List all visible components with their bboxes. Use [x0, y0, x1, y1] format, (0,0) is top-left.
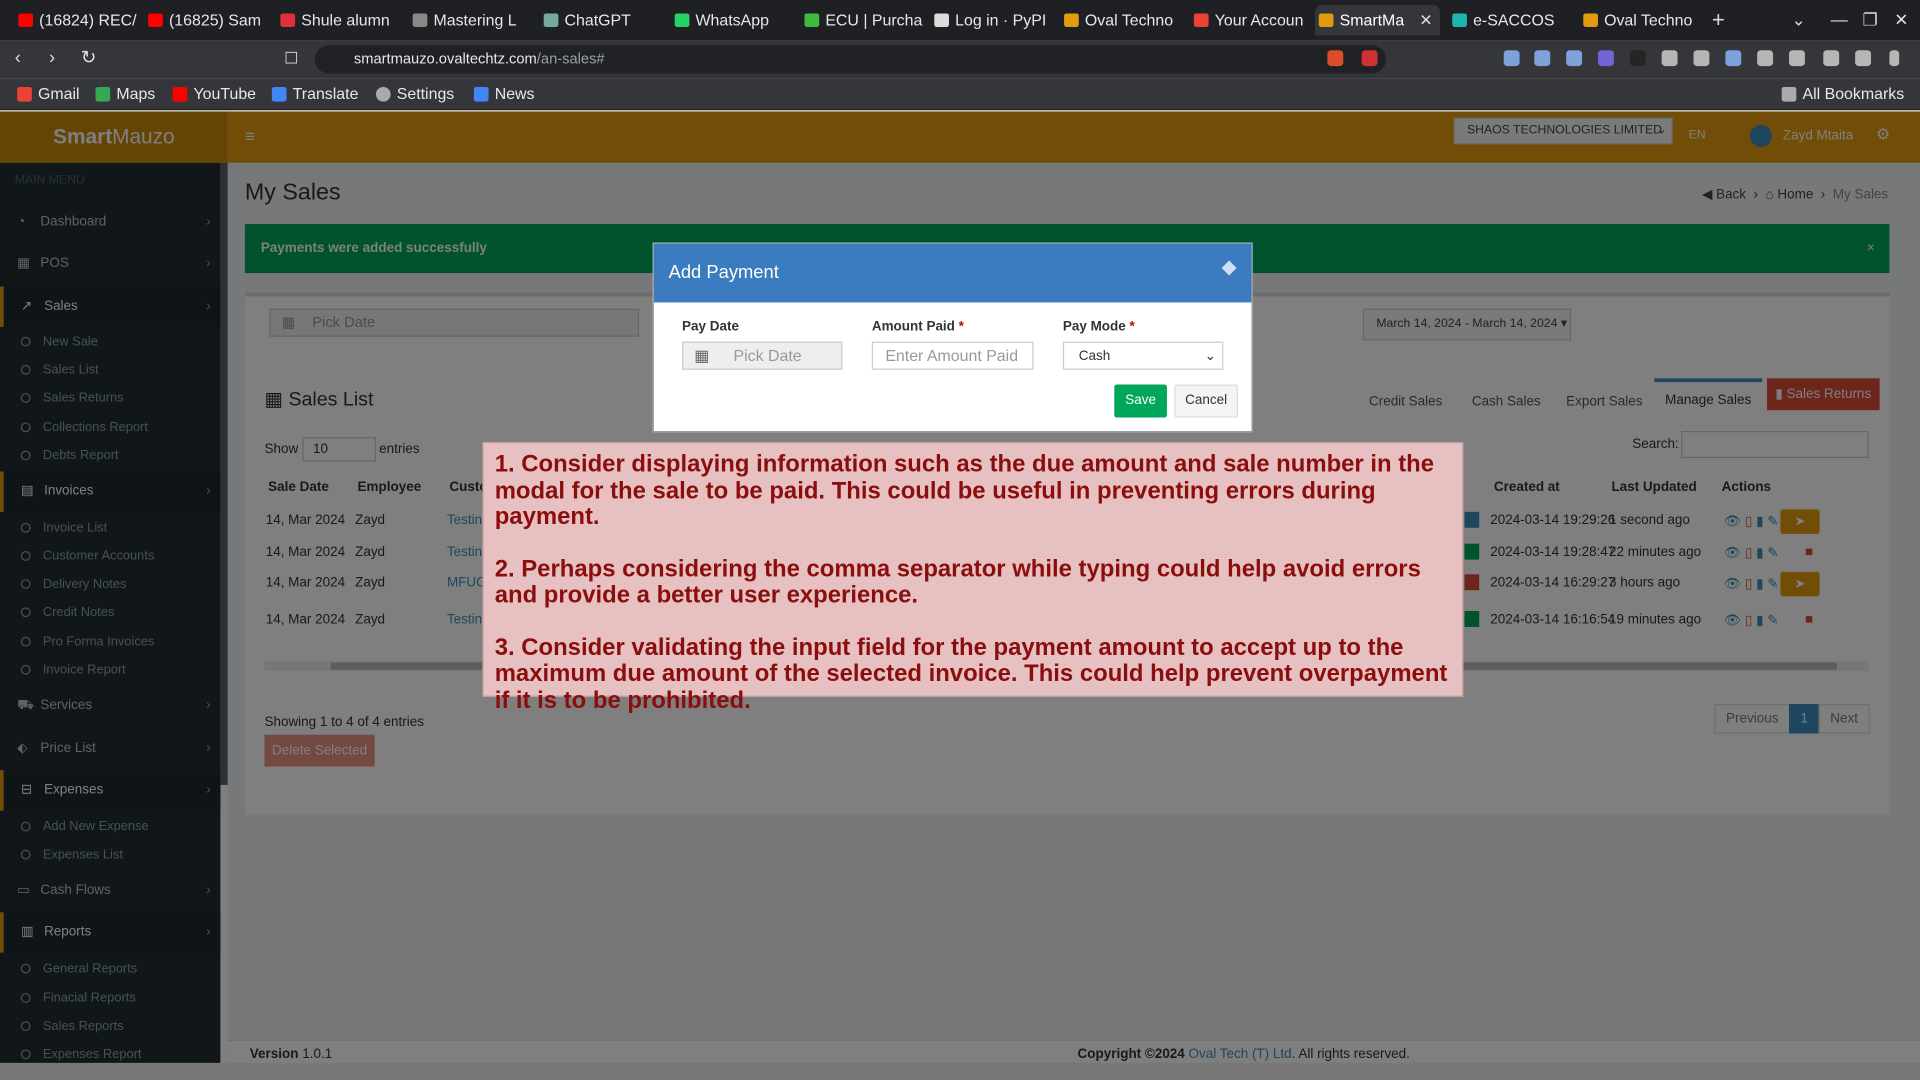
extension-icon[interactable]	[1503, 50, 1520, 67]
extension-icon[interactable]	[1629, 50, 1646, 67]
help-icon[interactable]: ◆	[1222, 239, 1237, 298]
all-bookmarks[interactable]: All Bookmarks	[1781, 83, 1904, 105]
annotation-point-1: 1. Consider displaying information such …	[494, 450, 1435, 531]
pay-mode-label: Pay Mode *	[1062, 319, 1135, 335]
annotation-point-3: 3. Consider validating the input field f…	[494, 633, 1448, 714]
browser-tab[interactable]: ECU | Purcha	[801, 5, 923, 36]
site-icon	[1318, 13, 1334, 27]
gmail-icon	[17, 86, 32, 102]
menu-icon[interactable]	[1889, 50, 1900, 67]
news-icon	[473, 86, 489, 102]
whatsapp-icon	[674, 13, 690, 27]
pypi-icon	[934, 13, 949, 27]
site-icon	[1583, 13, 1598, 27]
extension-icon[interactable]	[1534, 50, 1551, 67]
calendar-icon: ▦	[694, 346, 710, 365]
maps-icon	[95, 86, 111, 102]
annotation-point-2: 2. Perhaps considering the comma separat…	[494, 555, 1421, 609]
wallet-icon[interactable]	[1855, 50, 1872, 67]
brave-shield-icon[interactable]	[1327, 50, 1344, 67]
browser-tab[interactable]: Oval Techno	[1580, 5, 1696, 36]
close-window-icon[interactable]: ✕	[1894, 5, 1908, 36]
new-tab-icon[interactable]: +	[1712, 5, 1725, 36]
minimize-icon[interactable]: —	[1831, 5, 1848, 36]
gmail-icon	[1193, 13, 1209, 27]
site-icon	[1452, 13, 1467, 27]
youtube-icon	[148, 13, 163, 27]
bookmark-news[interactable]: News	[473, 83, 535, 105]
bookmark-youtube[interactable]: YouTube	[172, 83, 256, 105]
maximize-icon[interactable]: ❐	[1862, 5, 1877, 36]
amount-paid-input[interactable]: Enter Amount Paid	[871, 341, 1034, 370]
bookmarks-bar: Gmail Maps YouTube Translate Settings Ne…	[0, 78, 1920, 111]
url-field[interactable]: smartmauzo.ovaltechtz.com/an-sales#	[314, 45, 1387, 74]
add-payment-modal: Add Payment ◆ Pay Date Amount Paid * Pay …	[652, 242, 1253, 433]
translate-icon	[271, 86, 287, 102]
site-icon	[1064, 13, 1079, 27]
review-annotation: 1. Consider displaying information such …	[482, 442, 1464, 713]
extension-icon[interactable]	[1597, 50, 1614, 67]
browser-tab-active[interactable]: SmartMa ✕	[1315, 4, 1441, 36]
bookmark-maps[interactable]: Maps	[95, 83, 155, 105]
browser-tab[interactable]: WhatsApp	[671, 5, 787, 36]
extension-icon[interactable]	[1566, 50, 1583, 67]
pay-date-label: Pay Date	[682, 319, 739, 335]
extension-icon[interactable]	[1725, 50, 1742, 67]
folder-icon	[1781, 86, 1797, 102]
reload-icon[interactable]: ↻	[81, 47, 96, 71]
cancel-button[interactable]: Cancel	[1174, 384, 1238, 418]
bookmark-gmail[interactable]: Gmail	[17, 83, 80, 105]
modal-header: Add Payment ◆	[653, 243, 1252, 303]
tab-search-icon[interactable]: ⌄	[1791, 5, 1805, 36]
browser-tab[interactable]: Shule alumn	[277, 5, 399, 36]
browser-tab[interactable]: Your Accoun	[1190, 5, 1312, 36]
brave-rewards-icon[interactable]	[1361, 50, 1378, 67]
browser-tab[interactable]: (16825) Sam	[144, 5, 266, 36]
bookmark-settings[interactable]: Settings	[375, 83, 454, 105]
pay-date-input[interactable]: ▦ Pick Date	[682, 341, 843, 370]
amount-label: Amount Paid *	[871, 319, 964, 335]
browser-tab[interactable]: ChatGPT	[540, 5, 656, 36]
forward-icon[interactable]: ›	[49, 47, 55, 71]
youtube-icon	[172, 86, 188, 102]
browser-tab[interactable]: (16824) REC/	[15, 5, 137, 36]
gear-icon	[375, 86, 391, 102]
browser-tab[interactable]: Log in · PyPI	[931, 5, 1053, 36]
extensions-puzzle-icon[interactable]	[1757, 50, 1774, 67]
bookmark-translate[interactable]: Translate	[271, 83, 358, 105]
chatgpt-icon	[543, 13, 559, 27]
pay-mode-select[interactable]: Cash ⌄	[1062, 341, 1224, 370]
sidebar-icon[interactable]	[1823, 50, 1840, 67]
bookmark-icon[interactable]: ☐	[284, 47, 298, 71]
save-button[interactable]: Save	[1114, 384, 1167, 418]
browser-tab[interactable]: Oval Techno	[1060, 5, 1182, 36]
chevron-down-icon: ⌄	[1204, 348, 1216, 364]
close-tab-icon[interactable]: ✕	[1419, 5, 1432, 36]
modal-title: Add Payment	[668, 262, 779, 283]
site-icon	[412, 13, 428, 27]
site-icon	[280, 13, 296, 27]
browser-tab[interactable]: Mastering L	[409, 5, 531, 36]
extension-icon[interactable]	[1693, 50, 1710, 67]
extension-icon[interactable]	[1661, 50, 1678, 67]
site-icon	[804, 13, 820, 27]
browser-tab-bar: (16824) REC/ (16825) Sam Shule alumn Mas…	[0, 0, 1920, 41]
browser-tab[interactable]: e-SACCOS	[1449, 5, 1571, 36]
address-bar-row: ‹ › ↻ ☐ smartmauzo.ovaltechtz.com/an-sal…	[0, 40, 1920, 79]
youtube-icon	[18, 13, 34, 27]
download-icon[interactable]	[1788, 50, 1805, 67]
back-icon[interactable]: ‹	[15, 47, 21, 71]
